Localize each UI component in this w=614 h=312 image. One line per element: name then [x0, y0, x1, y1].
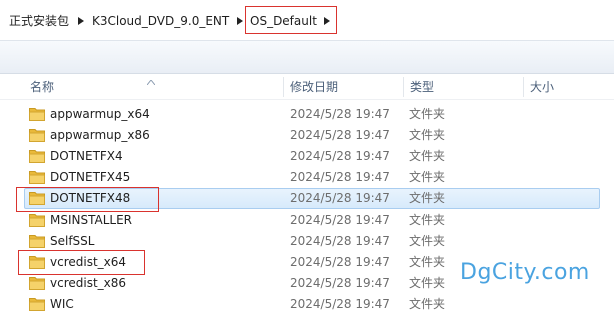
folder-icon [29, 191, 45, 205]
file-name: SelfSSL [50, 234, 95, 248]
file-type: 文件夹 [409, 170, 446, 184]
file-type: 文件夹 [409, 128, 446, 142]
file-type: 文件夹 [409, 297, 446, 311]
file-name: appwarmup_x86 [50, 128, 150, 142]
chevron-right-icon[interactable] [236, 12, 244, 30]
file-modified-date: 2024/5/28 19:47 [290, 149, 390, 163]
chevron-right-icon[interactable] [77, 12, 85, 30]
file-name: WIC [50, 297, 74, 311]
folder-icon [29, 276, 45, 290]
file-name: DOTNETFX48 [50, 191, 131, 205]
table-row[interactable]: DOTNETFX4 2024/5/28 19:47 文件夹 [0, 146, 614, 167]
file-type: 文件夹 [409, 276, 446, 290]
file-modified-date: 2024/5/28 19:47 [290, 128, 390, 142]
table-row[interactable]: appwarmup_x64 2024/5/28 19:47 文件夹 [0, 104, 614, 125]
watermark-text: DgCity.com [460, 260, 590, 285]
file-type: 文件夹 [409, 149, 446, 163]
file-name: vcredist_x64 [50, 255, 127, 269]
folder-icon [29, 234, 45, 248]
table-row[interactable]: appwarmup_x86 2024/5/28 19:47 文件夹 [0, 125, 614, 146]
file-modified-date: 2024/5/28 19:47 [290, 191, 390, 205]
column-divider[interactable] [403, 77, 404, 97]
file-modified-date: 2024/5/28 19:47 [290, 255, 390, 269]
file-type: 文件夹 [409, 255, 446, 269]
table-row[interactable]: DOTNETFX45 2024/5/28 19:47 文件夹 [0, 167, 614, 188]
table-row[interactable]: DOTNETFX48 2024/5/28 19:47 文件夹 [0, 188, 614, 209]
sort-ascending-icon [146, 74, 156, 88]
file-type: 文件夹 [409, 234, 446, 248]
file-type: 文件夹 [409, 213, 446, 227]
column-header-name[interactable]: 名称 [30, 79, 54, 95]
table-row[interactable]: MSINSTALLER 2024/5/28 19:47 文件夹 [0, 210, 614, 231]
address-breadcrumb: 正式安装包 K3Cloud_DVD_9.0_ENT OS_Default [0, 0, 614, 40]
file-name: DOTNETFX45 [50, 170, 131, 184]
file-modified-date: 2024/5/28 19:47 [290, 297, 390, 311]
folder-icon [29, 170, 45, 184]
file-type: 文件夹 [409, 191, 446, 205]
column-header-type[interactable]: 类型 [410, 79, 434, 95]
column-divider[interactable] [283, 77, 284, 97]
toolbar-strip [0, 40, 614, 74]
folder-icon [29, 149, 45, 163]
breadcrumb-item-current[interactable]: OS_Default [250, 12, 317, 30]
file-type: 文件夹 [409, 107, 446, 121]
folder-icon [29, 255, 45, 269]
folder-icon [29, 128, 45, 142]
chevron-right-icon[interactable] [323, 12, 331, 30]
file-name: MSINSTALLER [50, 213, 133, 227]
folder-icon [29, 213, 45, 227]
column-header-size[interactable]: 大小 [530, 79, 554, 95]
table-row[interactable]: SelfSSL 2024/5/28 19:47 文件夹 [0, 231, 614, 252]
file-name: DOTNETFX4 [50, 149, 123, 163]
folder-icon [29, 107, 45, 121]
file-name: vcredist_x86 [50, 276, 127, 290]
file-modified-date: 2024/5/28 19:47 [290, 107, 390, 121]
folder-icon [29, 297, 45, 311]
breadcrumb-item-dvd[interactable]: K3Cloud_DVD_9.0_ENT [92, 12, 229, 30]
table-row[interactable]: WIC 2024/5/28 19:47 文件夹 [0, 294, 614, 312]
file-name: appwarmup_x64 [50, 107, 150, 121]
file-modified-date: 2024/5/28 19:47 [290, 213, 390, 227]
column-divider[interactable] [523, 77, 524, 97]
file-modified-date: 2024/5/28 19:47 [290, 276, 390, 290]
file-modified-date: 2024/5/28 19:47 [290, 234, 390, 248]
column-header-modified[interactable]: 修改日期 [290, 79, 338, 95]
file-modified-date: 2024/5/28 19:47 [290, 170, 390, 184]
column-header-row: 名称 修改日期 类型 大小 [0, 74, 614, 100]
breadcrumb-item-root[interactable]: 正式安装包 [9, 12, 69, 30]
